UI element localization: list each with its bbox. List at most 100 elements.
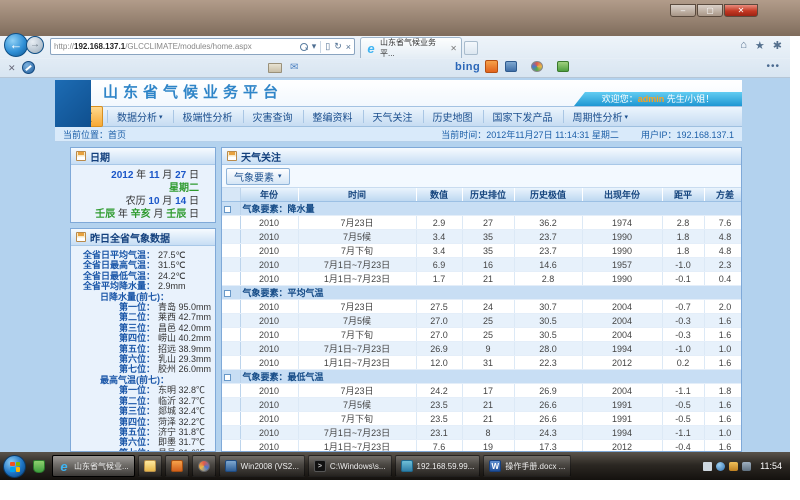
column-header[interactable]: 数值 [416,188,462,202]
blocker-icon[interactable] [22,61,35,74]
stat-row: 第三位：昌邑 42.0mm [73,323,213,333]
cmd-icon: > [314,460,326,472]
table-row: 20101月1日~7月23日12.03122.320120.21.6 [222,356,742,370]
weather-table: 年份时间数值历史排位历史极值出现年份距平方差 气象要素：降水量 20107月23日… [222,188,742,452]
tray-volume-icon[interactable] [742,462,751,471]
app-media-icon [198,460,210,472]
column-header[interactable]: 历史排位 [462,188,514,202]
bing-logo[interactable]: bing [455,61,480,73]
weather-panel-title: 天气关注 [241,149,281,164]
welcome-banner: 欢迎您：admin 先生/小姐！ [574,92,742,106]
stop-icon[interactable]: × [346,42,351,52]
nav-item[interactable]: 天气关注 [363,107,423,126]
taskbar-button[interactable]: W操作手册.docx ... [483,455,571,477]
back-button[interactable]: ← [4,33,28,57]
column-header[interactable]: 距平 [662,188,704,202]
taskbar-button[interactable]: e山东省气候业... [52,455,135,477]
favorites-star-icon[interactable]: ★ [755,39,765,52]
start-button[interactable] [3,455,26,478]
taskbar-button[interactable] [192,455,216,477]
expand-checkbox[interactable] [224,206,231,213]
forward-button[interactable]: → [26,36,44,54]
minimize-button[interactable]: – [670,4,696,17]
column-header[interactable]: 出现年份 [582,188,662,202]
quick-launch-icon[interactable] [29,456,49,476]
expand-checkbox[interactable] [224,374,231,381]
element-dropdown-button[interactable]: 气象要素 ▾ [226,168,290,185]
settings-gear-icon[interactable]: ✱ [773,39,782,52]
stat-row: 第五位：济宁 31.8℃ [73,427,213,437]
home-icon[interactable]: ⌂ [740,39,747,52]
taskbar-button-label: 山东省气候业... [74,461,129,472]
stat-row: 第六位：乳山 29.3mm [73,354,213,364]
stat-row: 第五位：招远 38.9mm [73,344,213,354]
taskbar-button-label: 操作手册.docx ... [505,461,565,472]
webpage: 山东省气候业务平台 欢迎您：admin 先生/小姐！ 首页数据分析▾极端性分析灾… [0,78,790,452]
taskbar-button[interactable] [138,455,162,477]
chevron-down-icon: ▾ [625,113,629,121]
chevron-down-icon: ▾ [278,172,282,180]
card-icon[interactable] [268,63,282,73]
toolbar-overflow-icon[interactable]: ••• [766,61,780,72]
toolbar-color-icon[interactable] [531,61,543,72]
taskbar-button[interactable] [165,455,189,477]
stat-row: 第二位：莱西 42.7mm [73,312,213,322]
column-header[interactable]: 历史极值 [514,188,582,202]
tray-network-icon[interactable] [716,462,725,471]
nav-item[interactable]: 国家下发产品 [483,107,563,126]
table-row: 20107月23日24.21726.92004-1.11.8 [222,384,742,398]
divider [320,41,321,53]
table-row: 20107月1日~7月23日26.9928.01994-1.01.0 [222,342,742,356]
table-row: 20101月1日~7月23日7.61917.32012-0.41.6 [222,440,742,453]
table-row: 20107月5候3.43523.719901.84.8 [222,230,742,244]
group-row[interactable]: 气象要素：最低气温 [222,370,742,384]
group-row[interactable]: 气象要素：降水量 [222,202,742,216]
column-header[interactable]: 方差 [704,188,742,202]
stat-group-heading: 日降水量(前七)： [73,292,213,302]
nav-item[interactable]: 周期性分析▾ [563,107,639,126]
toolbar-close-icon[interactable]: ✕ [8,63,16,74]
mail-icon[interactable]: ✉ [290,62,298,73]
ie-favicon: e [365,42,377,54]
column-header[interactable]: 时间 [298,188,416,202]
nav-item[interactable]: 极端性分析 [173,107,243,126]
new-tab-button[interactable] [464,41,478,55]
address-bar[interactable]: http://192.168.137.1/GLCCLIMATE/modules/… [50,38,355,55]
toolbar-camera-icon[interactable] [505,61,517,72]
tray-update-icon[interactable] [729,462,738,471]
toolbar-addon-icon[interactable] [557,61,569,72]
status-bar: 当前位置：首页 当前时间：2012年11月27日 11:14:31 星期二 用户… [55,127,742,142]
tray-language-icon[interactable] [703,462,712,471]
table-row: 20107月下旬23.52126.61991-0.51.6 [222,412,742,426]
chevron-down-icon[interactable]: ▾ [312,41,317,52]
table-row: 20107月1日~7月23日6.91614.61957-1.02.3 [222,258,742,272]
taskbar-button-label: 192.168.59.99... [417,462,475,471]
taskbar-button[interactable]: 192.168.59.99... [395,455,481,477]
expand-checkbox[interactable] [224,290,231,297]
group-row[interactable]: 气象要素：平均气温 [222,286,742,300]
tab-title: 山东省气候业务平... [380,37,447,59]
refresh-icon[interactable]: ↻ [334,41,342,52]
taskbar-clock[interactable]: 11:54 [755,461,787,471]
nav-item[interactable]: 整编资料 [303,107,363,126]
nav-item[interactable]: 数据分析▾ [107,107,173,126]
browser-tab[interactable]: e 山东省气候业务平... ✕ [360,37,462,58]
maximize-button[interactable]: ▢ [697,4,723,17]
compatibility-icon[interactable]: ▯ [325,41,330,52]
nav-item[interactable]: 灾害查询 [243,107,303,126]
stats-body: 全省日平均气温：27.5℃全省日最高气温：31.5℃全省日最低气温：24.2℃全… [71,246,215,452]
search-icon[interactable] [300,43,308,51]
tab-close-icon[interactable]: ✕ [450,44,457,53]
sidebar: 日期 2012 年 11 月 27 日星期二农历 10 月 14 日壬辰 年 辛… [70,147,216,452]
table-row: 20107月下旬27.02530.52004-0.31.6 [222,328,742,342]
column-header[interactable]: 年份 [240,188,298,202]
nav-item[interactable]: 历史地图 [423,107,483,126]
taskbar-button[interactable]: Win2008 (VS2... [219,455,305,477]
close-button[interactable]: ✕ [724,4,758,17]
screen-margin [790,36,800,500]
site-header: 山东省气候业务平台 欢迎您：admin 先生/小姐！ [55,80,742,106]
main-nav: 首页数据分析▾极端性分析灾害查询整编资料天气关注历史地图国家下发产品周期性分析▾ [55,106,742,127]
calendar-body: 2012 年 11 月 27 日星期二农历 10 月 14 日壬辰 年 辛亥 月… [71,165,215,221]
taskbar-button[interactable]: >C:\Windows\s... [308,455,392,477]
bing-app-icon[interactable] [485,60,498,73]
